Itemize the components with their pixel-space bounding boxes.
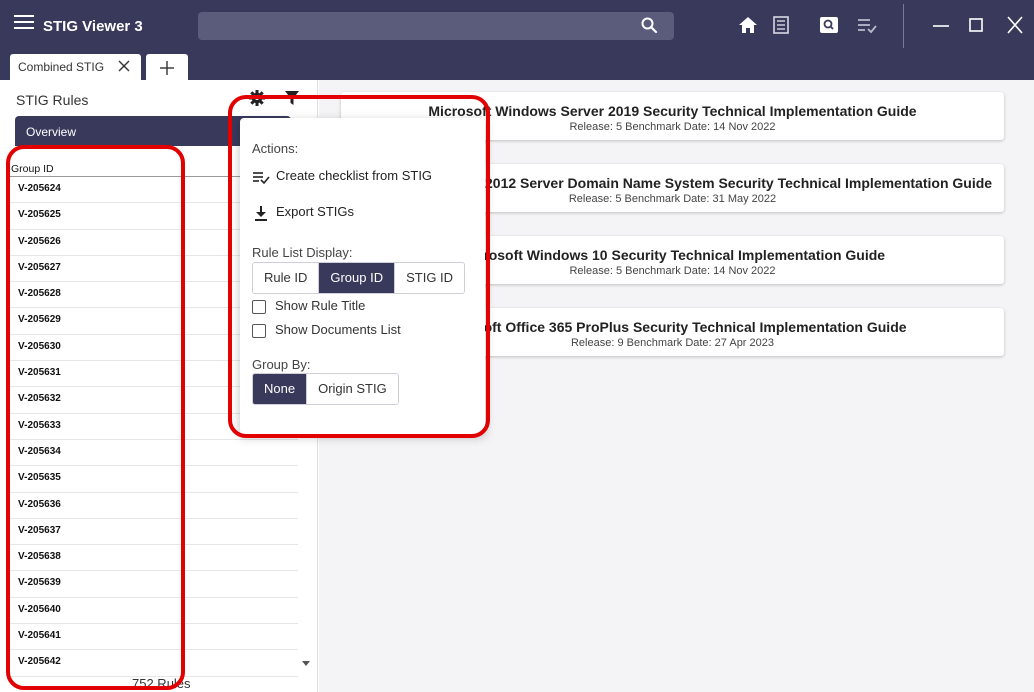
group-by-none-option[interactable]: None xyxy=(253,374,308,404)
stig-id-option[interactable]: STIG ID xyxy=(395,263,465,293)
tab-label: Combined STIG xyxy=(18,60,105,74)
search-box-icon[interactable] xyxy=(818,15,840,35)
app-title: STIG Viewer 3 xyxy=(43,18,143,35)
panel-title: STIG Rules xyxy=(16,92,89,108)
minimize-icon[interactable] xyxy=(929,14,953,36)
download-icon xyxy=(255,205,267,221)
tab-strip: Combined STIG xyxy=(0,52,1034,80)
checkbox-icon[interactable] xyxy=(252,299,266,314)
checklist-icon xyxy=(253,171,270,184)
tab-combined-stig[interactable]: Combined STIG xyxy=(10,54,141,80)
rule-list-display-toggle: Rule ID Group ID STIG ID xyxy=(252,262,466,294)
show-rule-title-checkbox[interactable]: Show Rule Title xyxy=(252,298,365,314)
group-by-origin-stig-option[interactable]: Origin STIG xyxy=(307,374,398,404)
close-icon[interactable] xyxy=(1003,14,1027,36)
rule-row[interactable]: V-205636 xyxy=(10,493,298,519)
rule-row[interactable]: V-205635 xyxy=(10,466,298,493)
toolbar-divider xyxy=(903,4,904,48)
rule-row[interactable]: V-205641 xyxy=(10,624,298,651)
gear-icon[interactable] xyxy=(248,89,266,107)
add-tab-button[interactable] xyxy=(146,54,188,80)
search-input[interactable] xyxy=(198,12,674,40)
group-by-label: Group By: xyxy=(252,357,311,372)
rule-id-option[interactable]: Rule ID xyxy=(253,263,320,293)
document-list-icon[interactable] xyxy=(770,15,792,35)
rule-row[interactable]: V-205634 xyxy=(10,440,298,467)
rule-row[interactable]: V-205637 xyxy=(10,519,298,546)
create-checklist-button[interactable]: Create checklist from STIG xyxy=(252,168,432,185)
group-by-toggle: None Origin STIG xyxy=(252,373,399,405)
export-stigs-button[interactable]: Export STIGs xyxy=(252,204,354,221)
scrollbar[interactable] xyxy=(1026,80,1034,692)
rule-row[interactable]: V-205639 xyxy=(10,571,298,598)
home-icon[interactable] xyxy=(737,15,759,35)
scroll-down-arrow-icon[interactable] xyxy=(302,661,310,666)
rule-row[interactable]: V-205640 xyxy=(10,598,298,625)
plus-icon xyxy=(160,61,174,75)
rules-count: 752 Rules xyxy=(132,676,191,691)
export-stigs-label: Export STIGs xyxy=(276,204,355,219)
rule-list-display-label: Rule List Display: xyxy=(252,245,353,260)
title-bar: STIG Viewer 3 xyxy=(0,0,1034,52)
stig-card-title: Microsoft Windows Server 2019 Security T… xyxy=(428,103,917,119)
show-rule-title-label: Show Rule Title xyxy=(275,298,366,313)
rule-row[interactable]: V-205638 xyxy=(10,545,298,572)
show-documents-list-label: Show Documents List xyxy=(275,322,401,337)
search-icon[interactable] xyxy=(640,16,658,34)
close-tab-icon[interactable] xyxy=(117,59,131,73)
filter-icon[interactable] xyxy=(284,89,300,107)
hamburger-menu-icon[interactable] xyxy=(14,15,34,33)
show-documents-list-checkbox[interactable]: Show Documents List xyxy=(252,322,401,338)
create-checklist-label: Create checklist from STIG xyxy=(276,168,433,183)
actions-label: Actions: xyxy=(252,141,299,156)
group-id-option[interactable]: Group ID xyxy=(319,263,396,293)
rule-row[interactable]: V-205642 xyxy=(10,650,298,677)
maximize-icon[interactable] xyxy=(964,14,988,36)
options-popup-menu: Actions: Create checklist from STIG Expo… xyxy=(240,118,485,434)
checkbox-icon[interactable] xyxy=(252,323,266,338)
checklist-icon[interactable] xyxy=(856,15,878,35)
